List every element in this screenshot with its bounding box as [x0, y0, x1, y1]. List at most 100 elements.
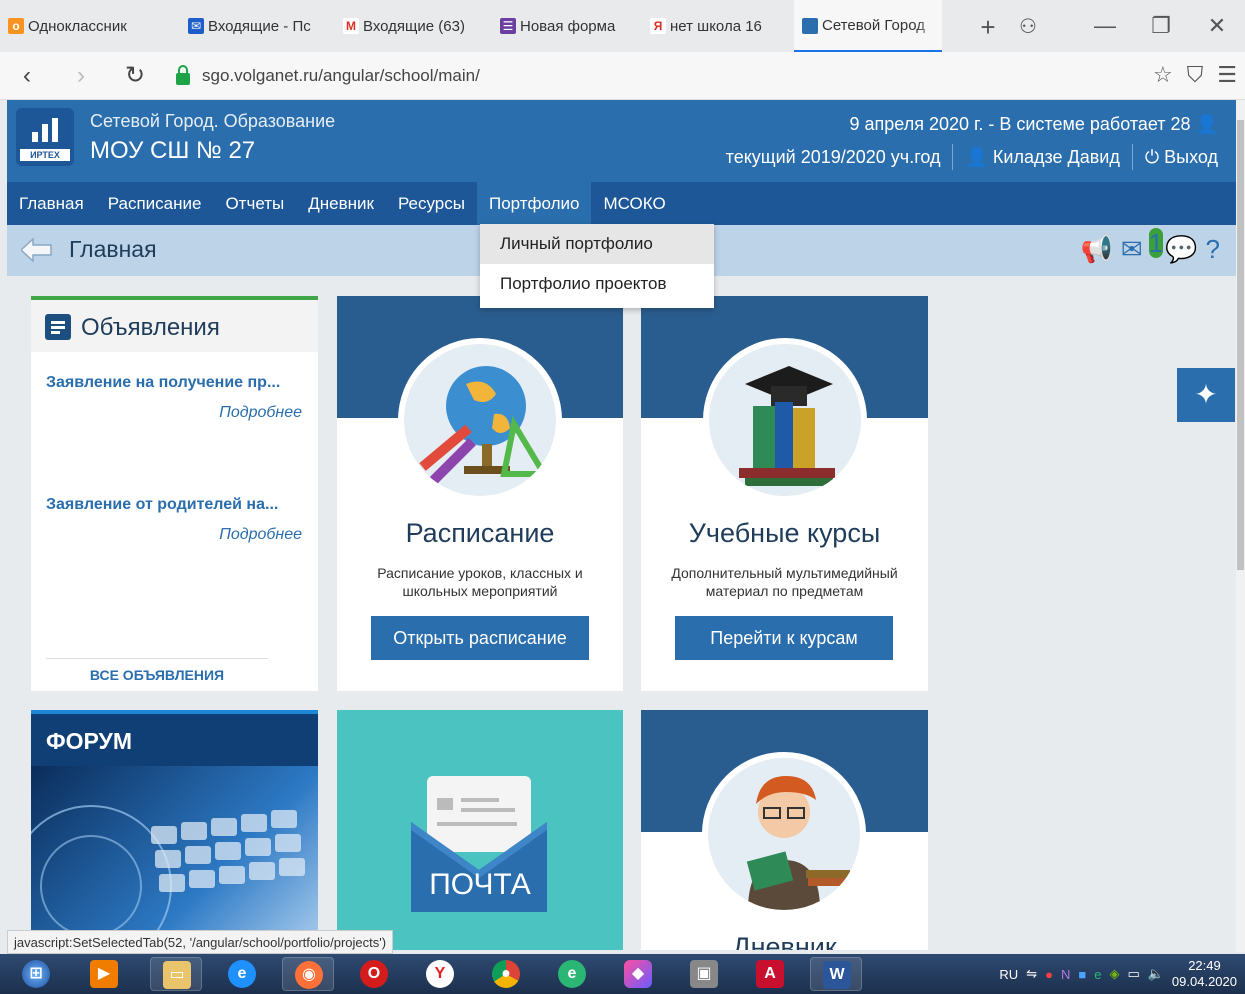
internet-explorer-icon[interactable]: e	[216, 957, 268, 991]
back-arrow-icon[interactable]	[21, 238, 53, 262]
mail-icon[interactable]: ✉ 1	[1121, 228, 1164, 263]
magic-wand-button[interactable]: ✦	[1177, 368, 1235, 422]
display-tray-icon[interactable]: ▭	[1127, 966, 1139, 982]
file-explorer-icon[interactable]: ▭	[150, 957, 202, 991]
yandex-browser-icon[interactable]: Y	[414, 957, 466, 991]
diary-card[interactable]: Дневник	[641, 710, 928, 950]
browser-tab[interactable]: ✉ Входящие - Пс	[180, 0, 335, 52]
menu-item[interactable]: Главная	[7, 182, 96, 225]
menu-icon[interactable]: ☰	[1217, 62, 1237, 88]
menu-item[interactable]: Портфолио	[476, 182, 592, 225]
browser-tab[interactable]: Янет школа 16	[642, 0, 794, 52]
new-tab-button[interactable]: +	[970, 12, 1006, 43]
site-header: ИРТЕХ Сетевой Город. Образование МОУ СШ …	[7, 100, 1236, 182]
chrome-icon[interactable]: ●	[480, 957, 532, 991]
tab-favicon-icon: ☰	[500, 18, 516, 34]
help-icon[interactable]: ?	[1206, 235, 1220, 263]
opera-tray-icon[interactable]: ●	[1045, 967, 1053, 982]
url-text: sgo.volganet.ru/angular/school/main/	[202, 66, 480, 85]
menu-item-personal-portfolio[interactable]: Личный портфолио	[480, 224, 714, 264]
forward-button[interactable]: ›	[54, 62, 108, 90]
schedule-card: Расписание Расписание уроков, классных и…	[337, 296, 623, 691]
tab-label: Одноклассник	[28, 17, 127, 35]
user-name: Киладзе Давид	[992, 146, 1120, 167]
envelope-icon	[411, 776, 547, 912]
back-button[interactable]: ‹	[0, 62, 54, 90]
keyboard-globe-image	[31, 766, 318, 950]
irtech-logo[interactable]: ИРТЕХ	[16, 108, 74, 166]
reload-button[interactable]: ↻	[108, 61, 162, 90]
chat-icon[interactable]: 💬	[1165, 235, 1197, 263]
more-link[interactable]: Подробнее	[219, 404, 302, 422]
network-icon[interactable]: ⇋	[1026, 966, 1037, 982]
edge-icon[interactable]: e	[546, 957, 598, 991]
logout-button[interactable]: ⏻ Выход	[1145, 147, 1218, 168]
url-field[interactable]: sgo.volganet.ru/angular/school/main/	[176, 62, 480, 90]
browser-tab[interactable]: M Входящие (63)	[335, 0, 492, 52]
mail-card[interactable]: ПОЧТА	[337, 710, 623, 950]
announcements-panel: Объявления Заявление на получение пр... …	[31, 296, 318, 691]
media-player-icon[interactable]: ▶	[78, 957, 130, 991]
all-announcements-link[interactable]: ВСЕ ОБЪЯВЛЕНИЯ	[46, 658, 268, 683]
date-online-text: 9 апреля 2020 г. - В системе работает 28	[849, 114, 1191, 134]
minimize-button[interactable]: —	[1077, 13, 1133, 39]
start-button[interactable]: ⊞	[10, 957, 62, 991]
browser-tab[interactable]: ☰ Новая форма	[492, 0, 642, 52]
gem-app-icon[interactable]: ◆	[612, 957, 664, 991]
acrobat-icon[interactable]: A	[744, 957, 796, 991]
bookmark-star-icon[interactable]: ☆	[1153, 62, 1173, 88]
document-icon	[45, 314, 71, 340]
tab-favicon-icon: M	[343, 18, 359, 34]
power-icon: ⏻	[1144, 146, 1160, 167]
page-scrollbar[interactable]	[1236, 100, 1245, 952]
onenote-tray-icon[interactable]: N	[1061, 967, 1070, 982]
language-indicator[interactable]: RU	[999, 967, 1018, 982]
system-tray: RU ⇋ ● N ■ e ◈ ▭ 🔈 22:49 09.04.2020	[999, 954, 1237, 994]
system-name: Сетевой Город. Образование	[90, 111, 336, 131]
word-icon[interactable]: W	[810, 957, 862, 991]
menu-item-project-portfolio[interactable]: Портфолио проектов	[480, 264, 714, 304]
browser-tab[interactable]: Сетевой Город	[794, 0, 942, 52]
incognito-icon[interactable]: ⚇	[1010, 14, 1046, 39]
menu-item[interactable]: Дневник	[296, 182, 386, 225]
close-button[interactable]: ✕	[1189, 13, 1245, 39]
announcement-link[interactable]: Заявление от родителей на...	[46, 496, 278, 514]
firefox-icon[interactable]: ◉	[282, 957, 334, 991]
volume-icon[interactable]: 🔈	[1148, 966, 1164, 982]
announcement-link[interactable]: Заявление на получение пр...	[46, 374, 280, 392]
tab-label: Сетевой Город	[822, 16, 925, 34]
browser-tab[interactable]: о Одноклассник	[0, 0, 180, 52]
portfolio-dropdown: Личный портфолио Портфолио проектов	[480, 224, 714, 308]
more-link[interactable]: Подробнее	[219, 526, 302, 544]
camera-icon[interactable]: ▣	[678, 957, 730, 991]
forum-card[interactable]: ФОРУМ	[31, 710, 318, 950]
menu-item[interactable]: Ресурсы	[386, 182, 477, 225]
mail-label: ПОЧТА	[429, 868, 531, 901]
opera-icon[interactable]: O	[348, 957, 400, 991]
menu-item[interactable]: Расписание	[96, 182, 214, 225]
user-link[interactable]: 👤 Киладзе Давид	[965, 147, 1119, 168]
tab-label: нет школа 16	[670, 17, 762, 35]
divider	[952, 144, 954, 170]
forum-title: ФОРУМ	[46, 728, 133, 754]
menu-item[interactable]: МСОКО	[591, 182, 677, 225]
megaphone-icon[interactable]: 📢	[1081, 235, 1113, 263]
menu-item[interactable]: Отчеты	[213, 182, 296, 225]
courses-card: Учебные курсы Дополнительный мультимедий…	[641, 296, 928, 691]
clock[interactable]: 22:49 09.04.2020	[1172, 958, 1237, 990]
open-schedule-button[interactable]: Открыть расписание	[371, 616, 589, 660]
nvidia-tray-icon[interactable]: ◈	[1109, 966, 1119, 982]
school-year[interactable]: текущий 2019/2020 уч.год	[726, 147, 941, 168]
lock-icon	[176, 65, 190, 85]
tab-favicon-icon	[802, 18, 818, 34]
user-icon: 👤	[1195, 114, 1218, 134]
go-to-courses-button[interactable]: Перейти к курсам	[675, 616, 893, 660]
edge-tray-icon[interactable]: e	[1094, 967, 1101, 982]
tab-favicon-icon: ✉	[188, 18, 204, 34]
mail-badge: 1	[1148, 228, 1164, 258]
clock-date: 09.04.2020	[1171, 974, 1237, 989]
restore-button[interactable]: ❐	[1133, 13, 1189, 39]
divider	[1131, 144, 1133, 170]
shield-icon[interactable]: ⛉	[1187, 62, 1204, 88]
tray-app-icon[interactable]: ■	[1078, 967, 1086, 982]
